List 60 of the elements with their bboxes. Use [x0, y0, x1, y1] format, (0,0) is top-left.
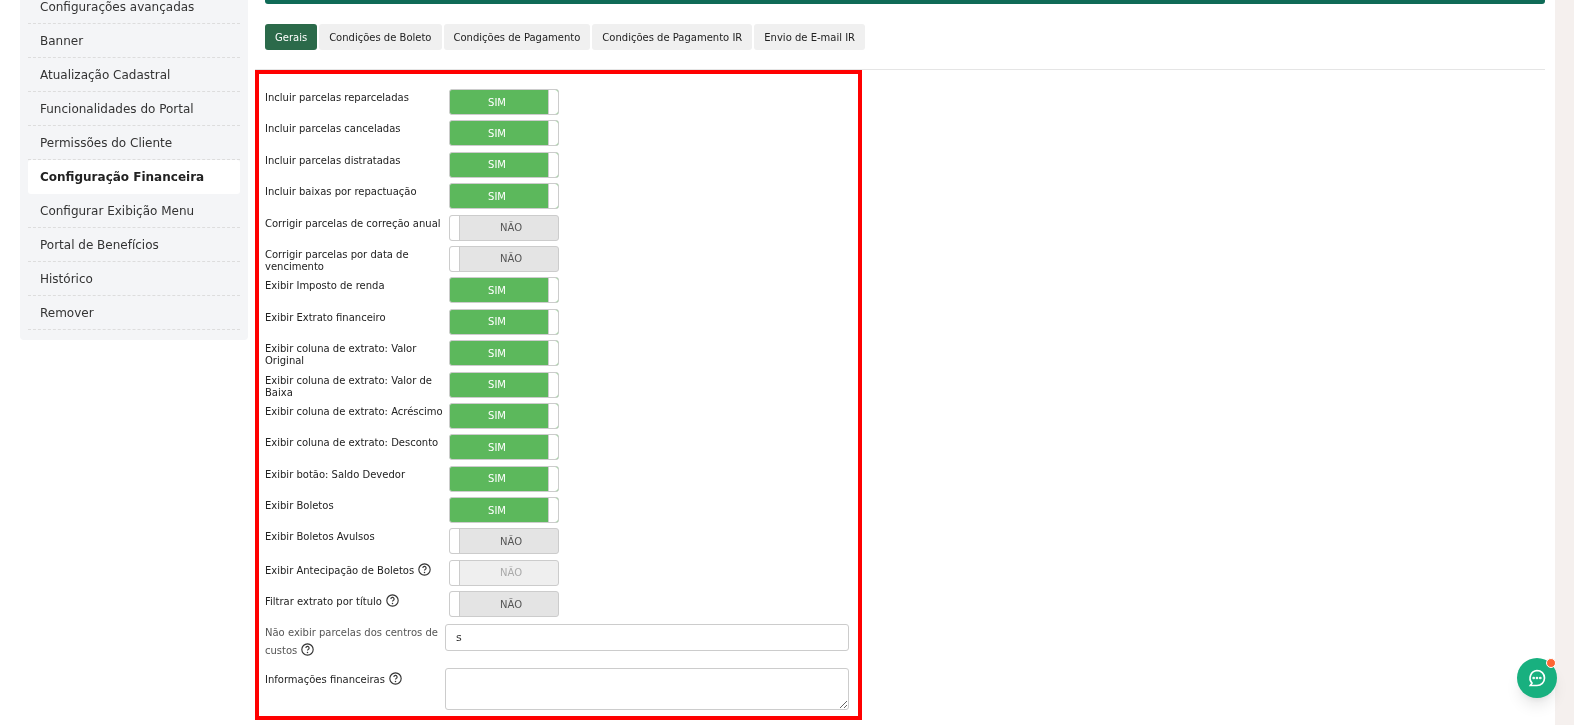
tab[interactable]: Condições de Boleto: [319, 24, 442, 50]
toggle-knob: [548, 184, 558, 209]
tab[interactable]: Condições de Pagamento IR: [592, 24, 753, 50]
help-icon[interactable]: [301, 642, 315, 656]
setting-label: Incluir parcelas distratadas: [265, 154, 402, 167]
sidebar-item[interactable]: Configurar Exibição Menu: [28, 194, 240, 228]
toggle-knob: [548, 90, 558, 114]
toggle-switch[interactable]: NÃO: [449, 591, 559, 618]
toggle-knob: [450, 246, 460, 271]
sidebar-item[interactable]: Remover: [28, 296, 240, 330]
toggle-knob: [548, 498, 558, 523]
help-icon[interactable]: [385, 594, 399, 608]
toggle-knob: [548, 278, 558, 303]
toggle-knob: [450, 529, 460, 554]
tab[interactable]: Envio de E-mail IR: [754, 24, 866, 50]
toggle-knob: [548, 466, 558, 491]
setting-label: Corrigir parcelas por data de vencimento: [265, 248, 410, 273]
setting-label: Incluir parcelas reparceladas: [265, 92, 410, 104]
setting-label: Corrigir parcelas de correção anual: [265, 217, 442, 230]
text-field[interactable]: s: [445, 623, 849, 651]
setting-label: Exibir botão: Saldo Devedor: [265, 468, 406, 481]
sidebar-item[interactable]: Funcionalidades do Portal: [28, 92, 240, 126]
toggle-knob: [450, 215, 460, 240]
setting-label: Exibir coluna de extrato: Valor de Baixa: [265, 374, 433, 399]
toggle-knob: [548, 152, 558, 177]
help-icon[interactable]: [388, 671, 402, 685]
setting-label: Incluir parcelas canceladas: [265, 123, 402, 136]
toggle-knob: [548, 309, 558, 334]
setting-label: Exibir coluna de extrato: Acréscimo: [265, 405, 444, 418]
sidebar-item[interactable]: Configuração Financeira: [28, 160, 240, 194]
toggle-knob: [548, 341, 558, 366]
setting-label: Exibir Antecipação de Boletos: [265, 562, 449, 577]
toggle-knob: [548, 435, 558, 460]
chat-button[interactable]: [1517, 658, 1557, 698]
toggle-knob: [548, 121, 558, 146]
toggle-switch[interactable]: NÃO: [449, 528, 559, 555]
setting-label: Informações financeiras: [265, 671, 449, 686]
setting-label: Filtrar extrato por título: [265, 594, 449, 609]
setting-label: Exibir Extrato financeiro: [265, 311, 387, 324]
setting-label: Exibir Boletos Avulsos: [265, 531, 376, 544]
toggle-switch[interactable]: NÃO: [449, 245, 559, 272]
setting-label: Incluir baixas por repactuação: [265, 186, 418, 199]
setting-label: Exibir Imposto de renda: [265, 280, 386, 293]
sidebar-item[interactable]: Banner: [28, 24, 240, 58]
chat-bubble-icon: [1527, 668, 1547, 688]
setting-label: Não exibir parcelas dos centros de custos: [265, 625, 439, 658]
sidebar-item[interactable]: Portal de Benefícios: [28, 228, 240, 262]
toggle-switch[interactable]: NÃO: [449, 214, 559, 241]
sidebar-item[interactable]: Configurações avançadas: [28, 0, 240, 24]
toggle-knob: [450, 560, 460, 585]
toggle-knob: [548, 403, 558, 428]
setting-label: Exibir Boletos: [265, 500, 335, 513]
sidebar-item[interactable]: Atualização Cadastral: [28, 58, 240, 92]
tab[interactable]: Gerais: [265, 24, 318, 50]
setting-label: Exibir coluna de extrato: Desconto: [265, 437, 440, 450]
toggle-knob: [548, 372, 558, 397]
sidebar-item[interactable]: Histórico: [28, 262, 240, 296]
toggle-knob: [450, 592, 460, 617]
tab[interactable]: Condições de Pagamento: [443, 24, 591, 50]
setting-label: Exibir coluna de extrato: Valor Original: [265, 343, 418, 368]
